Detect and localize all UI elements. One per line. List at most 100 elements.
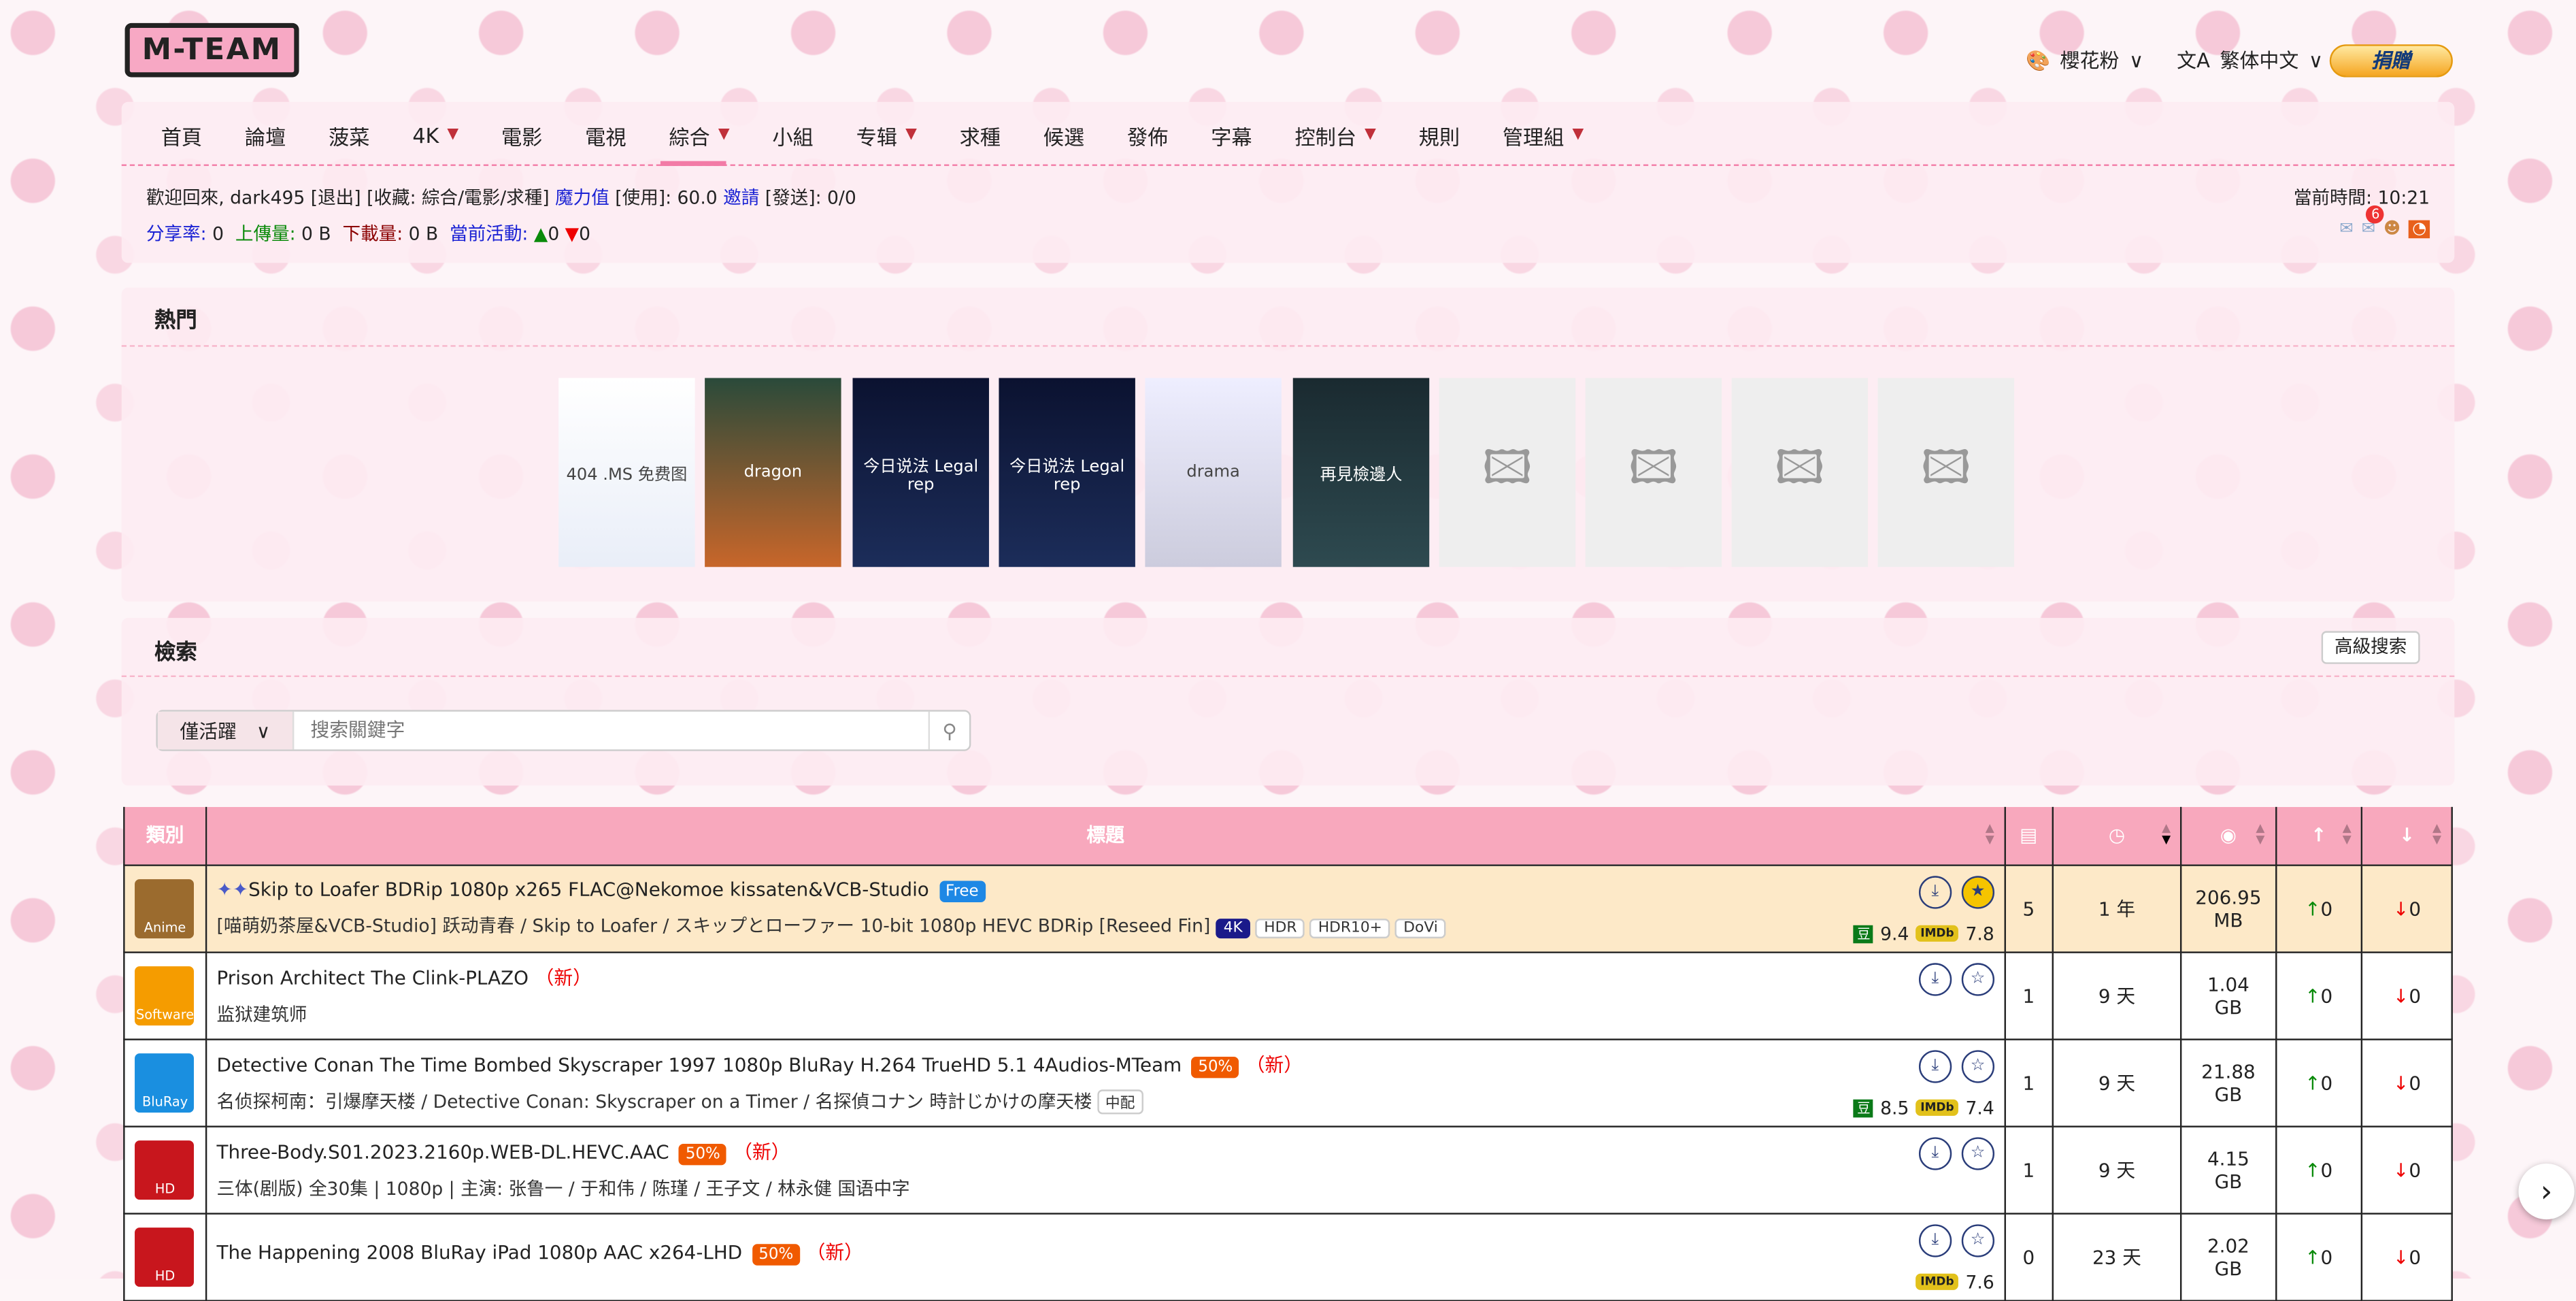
- theme-selector[interactable]: 🎨 櫻花粉 ∨: [2026, 46, 2143, 74]
- search-input[interactable]: [294, 711, 929, 750]
- hot-poster[interactable]: dragon: [705, 378, 841, 567]
- col-comments[interactable]: ▤: [2004, 806, 2054, 866]
- leechers-count[interactable]: 0: [2409, 1158, 2421, 1181]
- hot-poster[interactable]: 再見檢邊人: [1292, 378, 1430, 567]
- nav-item[interactable]: 字幕: [1211, 122, 1271, 148]
- invite-link[interactable]: 邀請: [723, 187, 759, 208]
- seeders-count[interactable]: 0: [2321, 896, 2333, 919]
- donate-button[interactable]: 捐贈: [2329, 44, 2453, 78]
- bonus-used: [使用]: 60.0: [615, 187, 718, 209]
- leechers-count[interactable]: 0: [2409, 983, 2421, 1006]
- torrent-size: 4.15 GB: [2180, 1125, 2277, 1214]
- next-page-button[interactable]: ›: [2518, 1163, 2575, 1220]
- table-row[interactable]: Software Prison Architect The Clink-PLAZ…: [123, 951, 2453, 1040]
- nav-item[interactable]: 規則: [1419, 122, 1479, 148]
- seeders-count[interactable]: 0: [2321, 983, 2333, 1006]
- comments-count[interactable]: 1: [2004, 951, 2054, 1040]
- table-row[interactable]: BluRay Detective Conan The Time Bombed S…: [123, 1038, 2453, 1127]
- hot-poster[interactable]: drama: [1145, 378, 1282, 567]
- leechers-count[interactable]: 0: [2409, 1245, 2421, 1268]
- nav-item[interactable]: 管理組 ▼: [1503, 122, 1603, 148]
- nav-label: 電影: [501, 124, 543, 149]
- logout-link[interactable]: [退出]: [311, 187, 361, 208]
- torrent-title[interactable]: Skip to Loafer BDRip 1080p x265 FLAC@Nek…: [248, 878, 929, 901]
- nav-item[interactable]: 發佈: [1127, 122, 1188, 148]
- col-size[interactable]: ◉ ▲ ▼: [2180, 806, 2277, 866]
- poster-placeholder[interactable]: 🖾: [1439, 378, 1576, 567]
- nav-item[interactable]: 求種: [960, 122, 1020, 148]
- col-time[interactable]: ◷ ▲ ▼: [2051, 806, 2182, 866]
- inbox-icon[interactable]: ✉: [2339, 220, 2353, 239]
- table-row[interactable]: HD The Happening 2008 BluRay iPad 1080p …: [123, 1212, 2453, 1301]
- category-icon[interactable]: HD: [135, 1139, 195, 1199]
- theme-label: 櫻花粉: [2060, 49, 2120, 73]
- poster-placeholder[interactable]: 🖾: [1877, 378, 2015, 567]
- nav-item[interactable]: 電影: [501, 122, 562, 148]
- bookmark-button[interactable]: ☆: [1961, 1049, 1994, 1083]
- category-icon[interactable]: Software: [135, 965, 195, 1025]
- messages-icon[interactable]: ✉ 6: [2362, 205, 2385, 238]
- search-button[interactable]: ⚲: [928, 711, 969, 750]
- nav-item[interactable]: 候選: [1043, 122, 1104, 148]
- advanced-search-button[interactable]: 高級搜索: [2321, 631, 2420, 664]
- seeders-count[interactable]: 0: [2321, 1071, 2333, 1094]
- nav-item[interactable]: 菠菜: [329, 122, 389, 148]
- favorites-link[interactable]: [收藏: 綜合/電影/求種]: [367, 187, 550, 208]
- site-logo[interactable]: M-TEAM: [124, 22, 299, 78]
- category-icon[interactable]: BluRay: [135, 1052, 195, 1112]
- poster-placeholder[interactable]: 🖾: [1585, 378, 1722, 567]
- filter-select[interactable]: 僅活躍 ∨: [157, 711, 295, 750]
- leechers-count[interactable]: 0: [2409, 896, 2421, 919]
- comments-count[interactable]: 1: [2004, 1125, 2054, 1214]
- nav-item[interactable]: 綜合 ▼: [669, 122, 749, 148]
- table-row[interactable]: Anime ✦✦Skip to Loafer BDRip 1080p x265 …: [123, 863, 2453, 953]
- poster-placeholder[interactable]: 🖾: [1731, 378, 1869, 567]
- nav-item[interactable]: 4K ▼: [412, 122, 478, 148]
- torrent-title[interactable]: Three-Body.S01.2023.2160p.WEB-DL.HEVC.AA…: [217, 1140, 669, 1163]
- seeding-icon: ▲: [533, 223, 548, 245]
- language-selector[interactable]: 文A 繁体中文 ∨: [2177, 46, 2323, 74]
- download-button[interactable]: ⤓: [1918, 1049, 1952, 1083]
- bookmark-button[interactable]: ☆: [1961, 962, 1994, 995]
- download-button[interactable]: ⤓: [1918, 875, 1952, 908]
- nav-item[interactable]: 小組: [772, 122, 833, 148]
- bookmark-button[interactable]: ☆: [1961, 1136, 1994, 1170]
- table-row[interactable]: HD Three-Body.S01.2023.2160p.WEB-DL.HEVC…: [123, 1125, 2453, 1214]
- download-button[interactable]: ⤓: [1918, 1136, 1952, 1170]
- col-seeders[interactable]: ↑ ▲ ▼: [2274, 806, 2363, 866]
- torrent-title[interactable]: Prison Architect The Clink-PLAZO: [217, 966, 529, 989]
- rss-icon[interactable]: ◔: [2409, 220, 2430, 239]
- imdb-icon: IMDb: [1916, 1099, 1959, 1116]
- torrent-title[interactable]: The Happening 2008 BluRay iPad 1080p AAC…: [217, 1240, 743, 1263]
- download-button[interactable]: ⤓: [1918, 962, 1952, 995]
- col-leechers[interactable]: ↓ ▲ ▼: [2361, 806, 2453, 866]
- bookmark-button[interactable]: ☆: [1961, 1223, 1994, 1257]
- seeders-count[interactable]: 0: [2321, 1158, 2333, 1181]
- col-category[interactable]: 類別: [123, 806, 207, 866]
- hot-title: 熱門: [154, 309, 197, 334]
- torrent-title[interactable]: Detective Conan The Time Bombed Skyscrap…: [217, 1053, 1182, 1076]
- friends-icon[interactable]: ☻: [2383, 220, 2401, 239]
- hot-poster[interactable]: 404 .MS 免费图: [558, 378, 695, 567]
- upload-time: 9 天: [2051, 951, 2182, 1040]
- seeders-count[interactable]: 0: [2321, 1245, 2333, 1268]
- nav-item[interactable]: 控制台 ▼: [1294, 122, 1395, 148]
- bonus-link[interactable]: 魔力值: [555, 187, 609, 208]
- nav-item[interactable]: 論壇: [245, 122, 305, 148]
- bookmark-button[interactable]: ★: [1961, 875, 1994, 908]
- nav-item[interactable]: 首頁: [161, 122, 222, 148]
- comments-count[interactable]: 1: [2004, 1038, 2054, 1127]
- hot-poster[interactable]: 今日说法 Legal rep: [852, 378, 989, 567]
- nav-item[interactable]: 電視: [585, 122, 646, 148]
- user-info: 歡迎回來, dark495 [退出] [收藏: 綜合/電影/求種] 魔力值 [使…: [146, 184, 856, 211]
- comments-count[interactable]: 0: [2004, 1212, 2054, 1301]
- category-icon[interactable]: Anime: [135, 878, 195, 938]
- nav-item[interactable]: 专辑 ▼: [856, 122, 937, 148]
- hot-poster[interactable]: 今日说法 Legal rep: [999, 378, 1135, 567]
- poster-image-text: 今日说法 Legal rep: [863, 457, 979, 494]
- comments-count[interactable]: 5: [2004, 863, 2054, 953]
- leechers-count[interactable]: 0: [2409, 1071, 2421, 1094]
- col-title[interactable]: 標題 ▲ ▼: [205, 806, 2006, 866]
- category-icon[interactable]: HD: [135, 1226, 195, 1286]
- download-button[interactable]: ⤓: [1918, 1223, 1952, 1257]
